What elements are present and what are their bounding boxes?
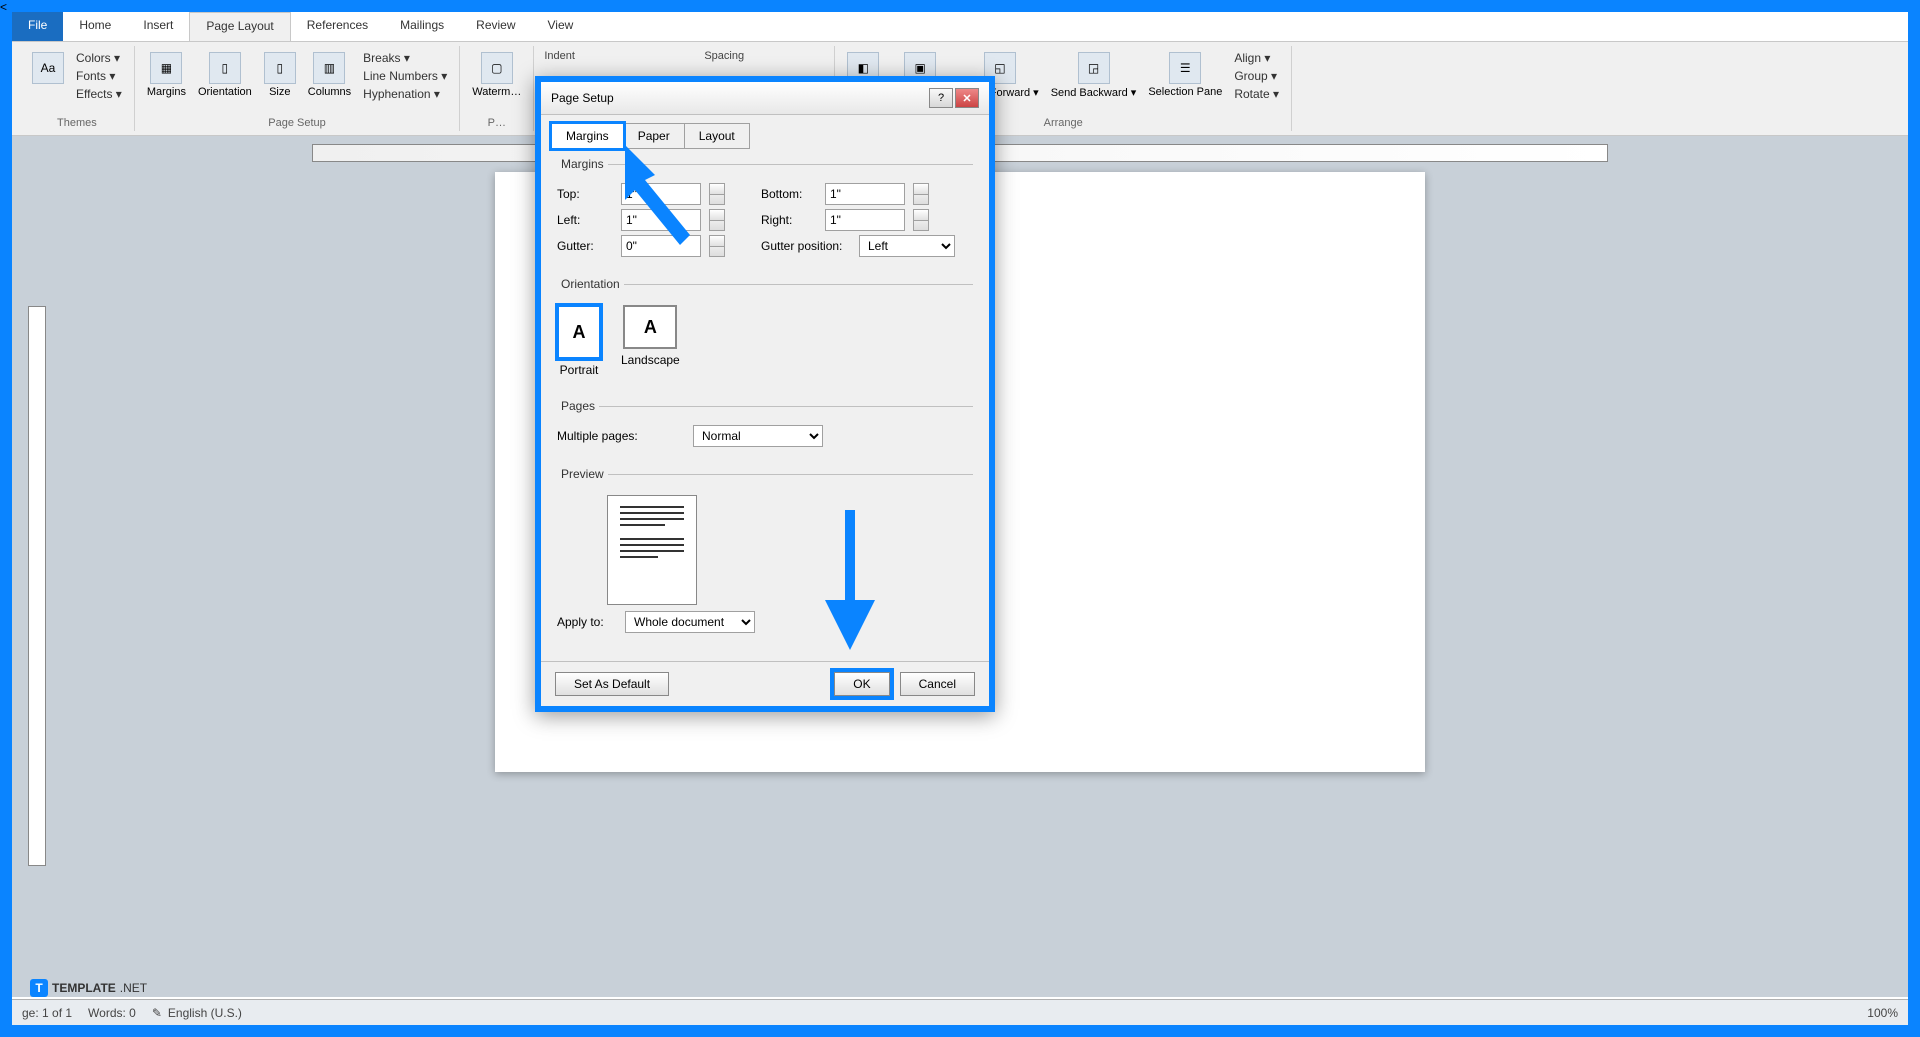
left-label: Left: bbox=[557, 213, 613, 227]
orientation-icon: ▯ bbox=[209, 52, 241, 84]
multiple-pages-select[interactable]: Normal bbox=[693, 425, 823, 447]
group-dropdown[interactable]: Group ▾ bbox=[1232, 68, 1281, 84]
bottom-label: Bottom: bbox=[761, 187, 817, 201]
columns-button[interactable]: ▥Columns bbox=[306, 50, 353, 100]
group-label-arrange: Arrange bbox=[1044, 117, 1083, 131]
tab-review[interactable]: Review bbox=[460, 12, 531, 41]
watermark-icon: T bbox=[30, 979, 48, 997]
breaks-dropdown[interactable]: Breaks ▾ bbox=[361, 50, 449, 66]
status-words[interactable]: Words: 0 bbox=[88, 1006, 136, 1020]
close-button[interactable]: ✕ bbox=[955, 88, 979, 108]
gutter-label: Gutter: bbox=[557, 239, 613, 253]
apply-to-select[interactable]: Whole document bbox=[625, 611, 755, 633]
vertical-ruler[interactable] bbox=[28, 306, 46, 866]
margins-icon: ▦ bbox=[150, 52, 182, 84]
tab-home[interactable]: Home bbox=[63, 12, 127, 41]
columns-icon: ▥ bbox=[313, 52, 345, 84]
pages-section-label: Pages bbox=[557, 399, 599, 413]
apply-to-label: Apply to: bbox=[557, 615, 617, 629]
indent-label: Indent bbox=[544, 50, 664, 66]
group-label-themes: Themes bbox=[57, 117, 97, 131]
ok-button[interactable]: OK bbox=[834, 672, 889, 696]
bottom-spinner[interactable] bbox=[913, 183, 929, 205]
cancel-button[interactable]: Cancel bbox=[900, 672, 975, 696]
dialog-tab-layout[interactable]: Layout bbox=[684, 123, 750, 149]
left-input[interactable] bbox=[621, 209, 701, 231]
size-button[interactable]: ▯Size bbox=[262, 50, 298, 100]
group-label-pagebg: P… bbox=[488, 117, 506, 131]
themes-button[interactable]: Aa bbox=[30, 50, 66, 86]
top-spinner[interactable] bbox=[709, 183, 725, 205]
orientation-section-label: Orientation bbox=[557, 277, 624, 291]
tab-references[interactable]: References bbox=[291, 12, 384, 41]
landscape-icon: A bbox=[623, 305, 677, 349]
preview-section-label: Preview bbox=[557, 467, 608, 481]
top-label: Top: bbox=[557, 187, 613, 201]
backward-icon: ◲ bbox=[1078, 52, 1110, 84]
margins-section-label: Margins bbox=[557, 157, 608, 171]
spacing-label: Spacing bbox=[704, 50, 824, 66]
effects-dropdown[interactable]: Effects ▾ bbox=[74, 86, 124, 102]
gutter-position-label: Gutter position: bbox=[761, 239, 851, 253]
gutter-input[interactable] bbox=[621, 235, 701, 257]
hyphenation-dropdown[interactable]: Hyphenation ▾ bbox=[361, 86, 449, 102]
watermark-icon: ▢ bbox=[481, 52, 513, 84]
tab-view[interactable]: View bbox=[532, 12, 590, 41]
line-numbers-dropdown[interactable]: Line Numbers ▾ bbox=[361, 68, 449, 84]
status-language[interactable]: ✎English (U.S.) bbox=[152, 1006, 242, 1020]
align-dropdown[interactable]: Align ▾ bbox=[1232, 50, 1281, 66]
dialog-titlebar[interactable]: Page Setup ? ✕ bbox=[541, 82, 989, 115]
ribbon-tabs: File Home Insert Page Layout References … bbox=[12, 12, 1908, 42]
watermark-button[interactable]: ▢Waterm… bbox=[470, 50, 523, 100]
orientation-landscape[interactable]: A Landscape bbox=[621, 305, 680, 377]
group-label-pagesetup: Page Setup bbox=[268, 117, 326, 131]
rotate-dropdown[interactable]: Rotate ▾ bbox=[1232, 86, 1281, 102]
gutter-position-select[interactable]: Left bbox=[859, 235, 955, 257]
portrait-icon: A bbox=[557, 305, 601, 359]
orientation-portrait[interactable]: A Portrait bbox=[557, 305, 601, 377]
fonts-dropdown[interactable]: Fonts ▾ bbox=[74, 68, 124, 84]
gutter-spinner[interactable] bbox=[709, 235, 725, 257]
tab-mailings[interactable]: Mailings bbox=[384, 12, 460, 41]
margins-button[interactable]: ▦Margins bbox=[145, 50, 188, 100]
right-input[interactable] bbox=[825, 209, 905, 231]
right-label: Right: bbox=[761, 213, 817, 227]
selection-pane-button[interactable]: ☰Selection Pane bbox=[1146, 50, 1224, 100]
colors-dropdown[interactable]: Colors ▾ bbox=[74, 50, 124, 66]
tab-page-layout[interactable]: Page Layout bbox=[189, 12, 290, 41]
page-setup-dialog: Page Setup ? ✕ Margins Paper Layout Marg… bbox=[535, 76, 995, 712]
dialog-tab-margins[interactable]: Margins bbox=[551, 123, 624, 149]
status-bar: ge: 1 of 1 Words: 0 ✎English (U.S.) 100% bbox=[12, 999, 1908, 1025]
themes-icon: Aa bbox=[32, 52, 64, 84]
send-backward-button[interactable]: ◲Send Backward ▾ bbox=[1049, 50, 1139, 101]
tab-file[interactable]: File bbox=[12, 12, 63, 41]
selection-icon: ☰ bbox=[1169, 52, 1201, 84]
watermark-badge: T TEMPLATE.NET bbox=[30, 979, 147, 997]
preview-icon bbox=[607, 495, 697, 605]
help-button[interactable]: ? bbox=[929, 88, 953, 108]
dialog-title: Page Setup bbox=[551, 91, 614, 105]
proofing-icon: ✎ bbox=[152, 1006, 162, 1020]
status-page[interactable]: ge: 1 of 1 bbox=[22, 1006, 72, 1020]
right-spinner[interactable] bbox=[913, 209, 929, 231]
size-icon: ▯ bbox=[264, 52, 296, 84]
zoom-level[interactable]: 100% bbox=[1867, 1006, 1898, 1020]
orientation-button[interactable]: ▯Orientation bbox=[196, 50, 254, 100]
left-spinner[interactable] bbox=[709, 209, 725, 231]
set-default-button[interactable]: Set As Default bbox=[555, 672, 669, 696]
multiple-pages-label: Multiple pages: bbox=[557, 429, 647, 443]
tab-insert[interactable]: Insert bbox=[127, 12, 189, 41]
bottom-input[interactable] bbox=[825, 183, 905, 205]
dialog-tab-paper[interactable]: Paper bbox=[623, 123, 685, 149]
top-input[interactable] bbox=[621, 183, 701, 205]
